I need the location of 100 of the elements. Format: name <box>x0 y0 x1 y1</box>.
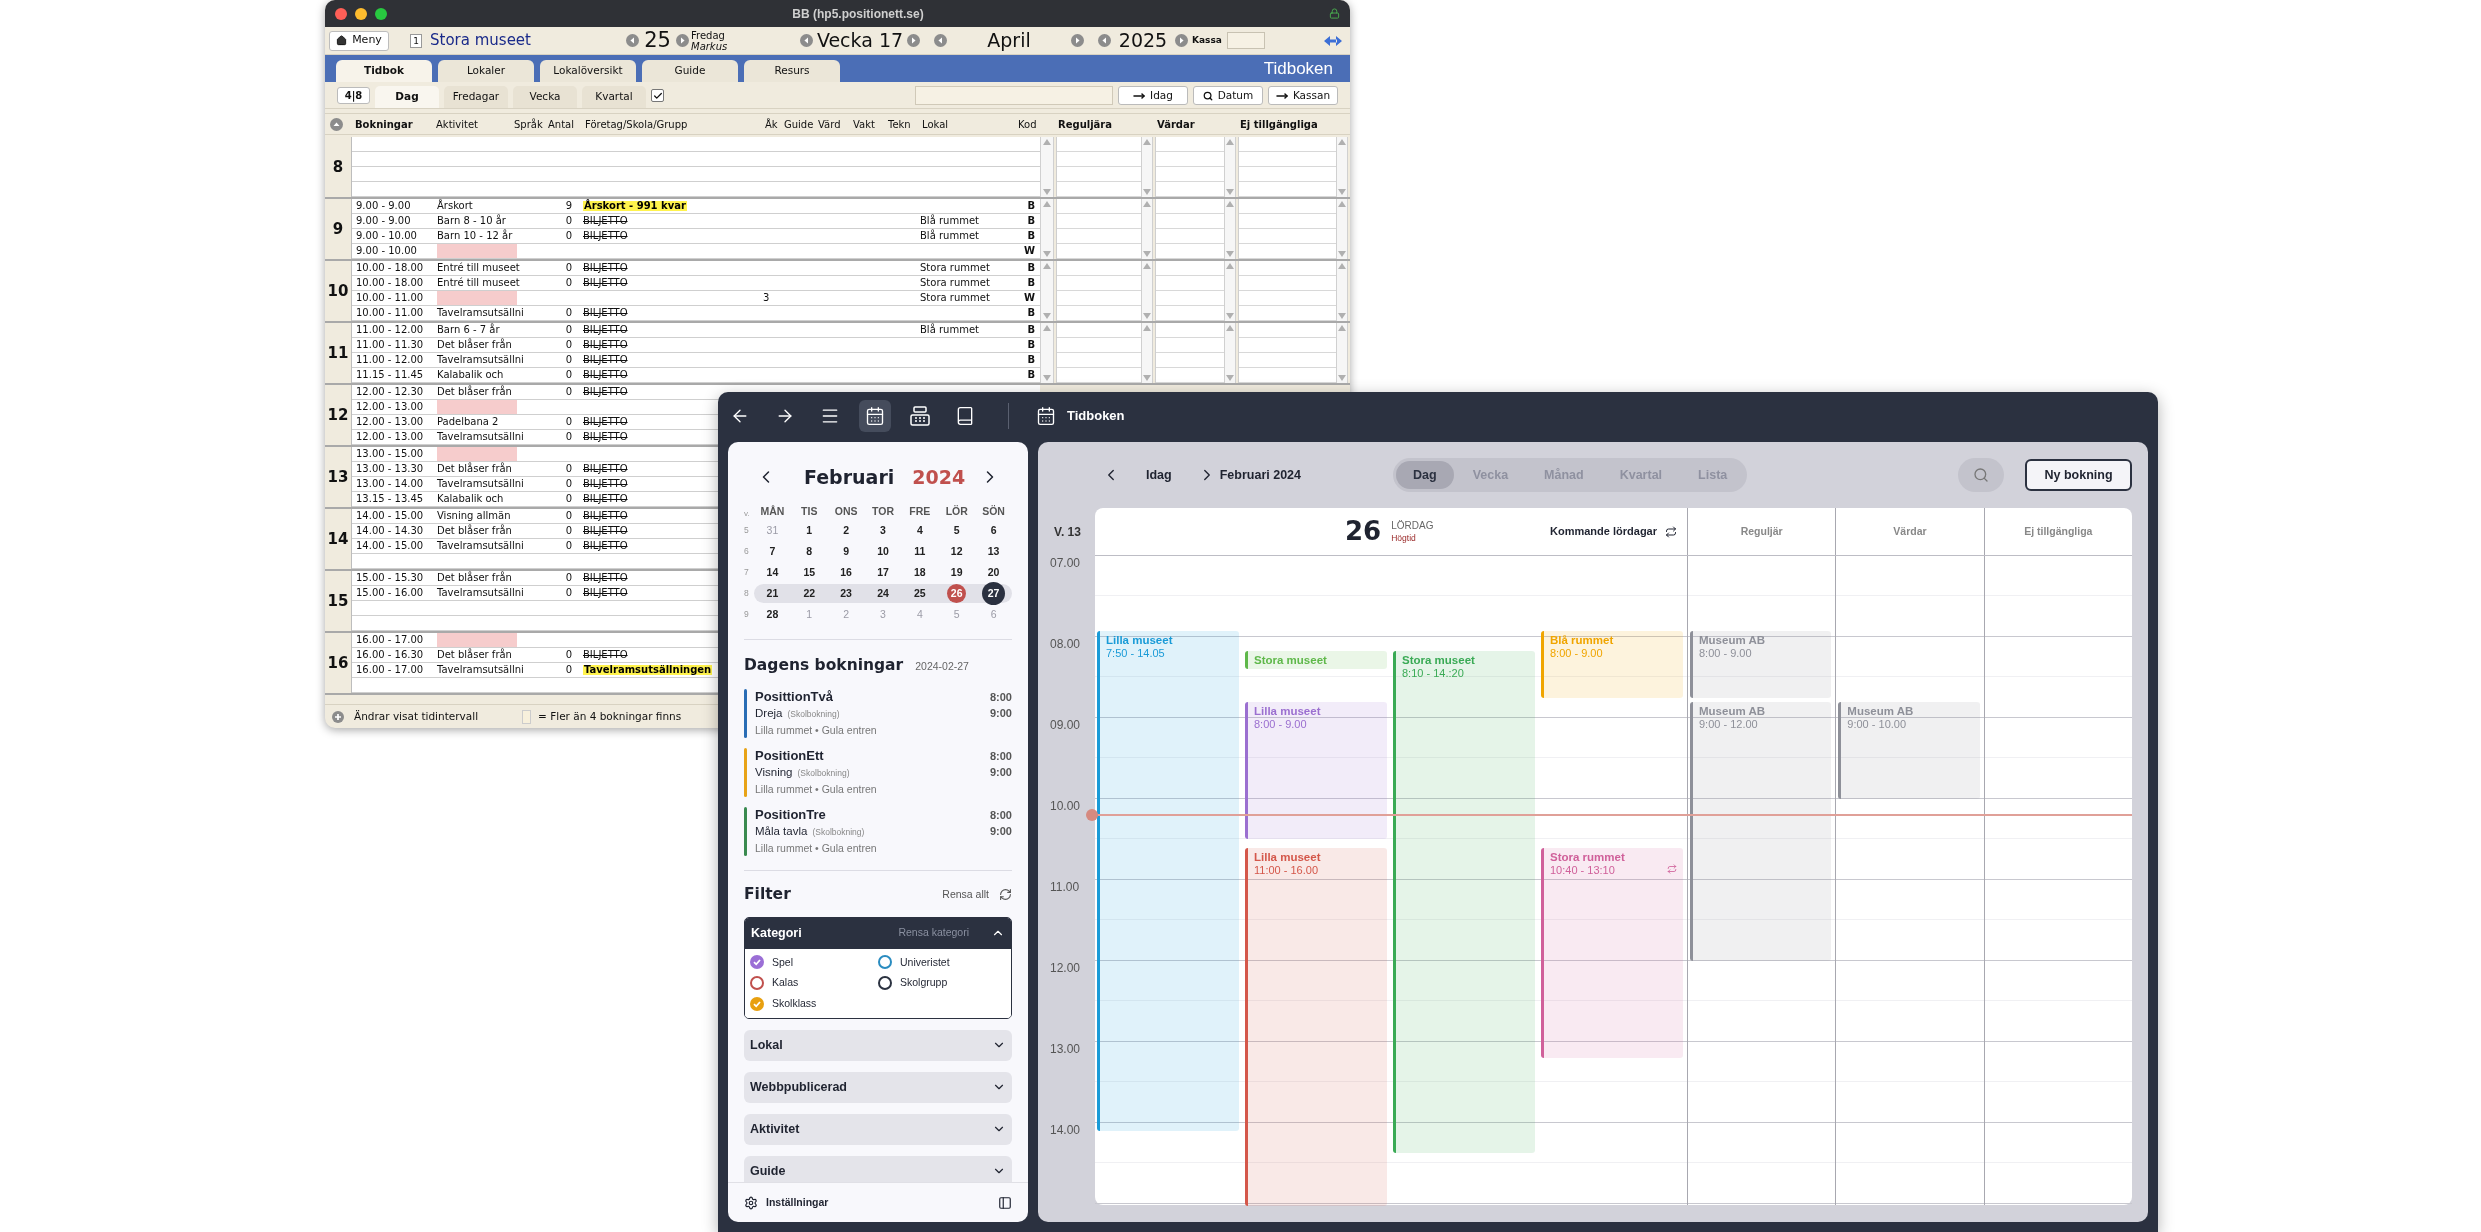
upcoming-days-button[interactable]: Kommande lördagar <box>1550 523 1677 540</box>
filter-section[interactable]: Aktivitet <box>744 1113 1012 1145</box>
calendar-event[interactable]: Lilla museet 11:00 - 16.00 <box>1245 847 1387 1206</box>
calendar-day[interactable]: 8 <box>799 542 819 561</box>
clear-category-link[interactable]: Rensa kategori <box>898 925 969 941</box>
category-checkbox[interactable]: Skolgrupp <box>878 975 1006 991</box>
calendar-day[interactable]: 13 <box>984 542 1004 561</box>
sidebar-toggle-icon[interactable] <box>998 1195 1012 1210</box>
scroll-up-icon[interactable] <box>1043 325 1051 331</box>
scroll-up-icon[interactable] <box>1338 325 1346 331</box>
calendar-icon[interactable] <box>859 400 891 432</box>
tab[interactable]: Resurs <box>744 60 840 82</box>
calendar-day[interactable]: 16 <box>836 563 856 582</box>
zoom-button[interactable] <box>375 7 387 20</box>
calendar-day[interactable]: 3 <box>873 521 893 540</box>
range-button[interactable]: 4|8 <box>337 87 370 104</box>
view-tab[interactable]: Dag <box>375 86 439 108</box>
view-tab[interactable]: Dag <box>1396 461 1454 489</box>
calendar-day[interactable]: 12 <box>947 542 967 561</box>
scroll-down-icon[interactable] <box>1338 313 1346 319</box>
category-checkbox[interactable]: Univeristet <box>878 954 1006 971</box>
booking-item[interactable]: PositionEtt 8:00 Visning (Skolbokning) 9:00 Lilla rummet • Gula entren <box>744 748 1012 798</box>
scroll-up-icon[interactable] <box>1338 201 1346 207</box>
toolbar-button[interactable]: Datum <box>1193 86 1263 105</box>
scroll-down-icon[interactable] <box>1226 375 1234 381</box>
category-checkbox[interactable]: Skolklass <box>750 996 878 1012</box>
calendar-day[interactable]: 7 <box>762 542 782 561</box>
calendar-day[interactable]: 23 <box>836 584 856 603</box>
booking-item[interactable]: PositionTre 8:00 Måla tavla (Skolbokning) 9:00 Lilla rummet • Gula entren <box>744 807 1012 857</box>
scroll-up-icon[interactable] <box>1226 201 1234 207</box>
refresh-icon[interactable] <box>999 888 1012 902</box>
calendar-day[interactable]: 27 <box>984 584 1004 603</box>
calendar-day[interactable]: 10 <box>873 542 893 561</box>
scroll-down-icon[interactable] <box>1226 189 1234 195</box>
booking-item[interactable]: PosittionTvå 8:00 Dreja (Skolbokning) 9:00 Lilla rummet • Gula entren <box>744 689 1012 739</box>
filter-section[interactable]: Lokal <box>744 1029 1012 1061</box>
tab[interactable]: Lokaler <box>438 60 534 82</box>
scroll-down-icon[interactable] <box>1226 313 1234 319</box>
minimize-button[interactable] <box>355 7 367 20</box>
cash-field[interactable] <box>1227 32 1265 49</box>
scroll-up-icon[interactable] <box>1043 263 1051 269</box>
view-tab[interactable]: Vecka <box>513 86 577 108</box>
scroll-down-icon[interactable] <box>1338 251 1346 257</box>
calendar-day[interactable]: 20 <box>984 563 1004 582</box>
search-button[interactable] <box>1958 458 2004 492</box>
scroll-up-icon[interactable] <box>1043 201 1051 207</box>
scroll-up-icon[interactable] <box>1338 263 1346 269</box>
calendar-day[interactable]: 11 <box>910 542 930 561</box>
category-checkbox[interactable]: Spel <box>750 954 878 971</box>
scroll-down-icon[interactable] <box>1143 375 1151 381</box>
scroll-down-icon[interactable] <box>1338 189 1346 195</box>
filter-section[interactable]: Webbpublicerad <box>744 1071 1012 1103</box>
venue-name[interactable]: Stora museet <box>430 29 618 52</box>
settings-button[interactable]: Inställningar <box>744 1194 829 1211</box>
today-button[interactable]: Idag <box>1146 465 1172 485</box>
scroll-up-icon[interactable] <box>1143 325 1151 331</box>
scroll-up-icon[interactable] <box>330 117 343 131</box>
clear-all-link[interactable]: Rensa allt <box>942 887 989 903</box>
calendar-day[interactable]: 25 <box>910 584 930 603</box>
tab[interactable]: Guide <box>642 60 738 82</box>
calendar-day[interactable]: 4 <box>910 521 930 540</box>
calendar-day[interactable]: 22 <box>799 584 819 603</box>
number-field[interactable]: 1 <box>410 33 422 48</box>
menu-button[interactable]: Meny <box>329 30 389 51</box>
scroll-down-icon[interactable] <box>1226 251 1234 257</box>
scroll-up-icon[interactable] <box>1143 139 1151 145</box>
scroll-down-icon[interactable] <box>1043 189 1051 195</box>
calendar-day[interactable]: 14 <box>762 563 782 582</box>
calendar-day[interactable]: 18 <box>910 563 930 582</box>
scroll-up-icon[interactable] <box>1143 201 1151 207</box>
scroll-down-icon[interactable] <box>1338 375 1346 381</box>
view-tab[interactable]: Fredagar <box>444 86 508 108</box>
calendar-day[interactable]: 28 <box>762 605 782 624</box>
calendar-day[interactable]: 15 <box>799 563 819 582</box>
calendar-day[interactable]: 19 <box>947 563 967 582</box>
calendar-day[interactable]: 2 <box>836 521 856 540</box>
category-checkbox[interactable]: Kalas <box>750 975 878 991</box>
calendar-day[interactable]: 5 <box>947 521 967 540</box>
tab[interactable]: Lokalöversikt <box>540 60 636 82</box>
scroll-down-icon[interactable] <box>1143 251 1151 257</box>
category-header[interactable]: Kategori Rensa kategori <box>745 917 1011 949</box>
calendar-day[interactable]: 6 <box>984 521 1004 540</box>
new-booking-button[interactable]: Ny bokning <box>2025 459 2132 491</box>
scroll-up-icon[interactable] <box>1143 263 1151 269</box>
add-icon[interactable] <box>332 710 344 723</box>
toolbar-button[interactable]: Idag <box>1118 86 1188 105</box>
scroll-down-icon[interactable] <box>1143 313 1151 319</box>
scroll-up-icon[interactable] <box>1338 139 1346 145</box>
tab[interactable]: Tidbok <box>336 60 432 82</box>
scroll-down-icon[interactable] <box>1043 313 1051 319</box>
close-button[interactable] <box>335 7 347 20</box>
swap-arrows-icon[interactable] <box>1324 35 1342 46</box>
scroll-down-icon[interactable] <box>1043 251 1051 257</box>
calendar-day[interactable]: 9 <box>836 542 856 561</box>
view-tab[interactable]: Kvartal <box>582 86 646 108</box>
checkbox[interactable] <box>651 89 664 102</box>
scroll-down-icon[interactable] <box>1043 375 1051 381</box>
scroll-up-icon[interactable] <box>1043 139 1051 145</box>
calendar-day[interactable]: 26 <box>947 584 967 603</box>
scroll-up-icon[interactable] <box>1226 139 1234 145</box>
